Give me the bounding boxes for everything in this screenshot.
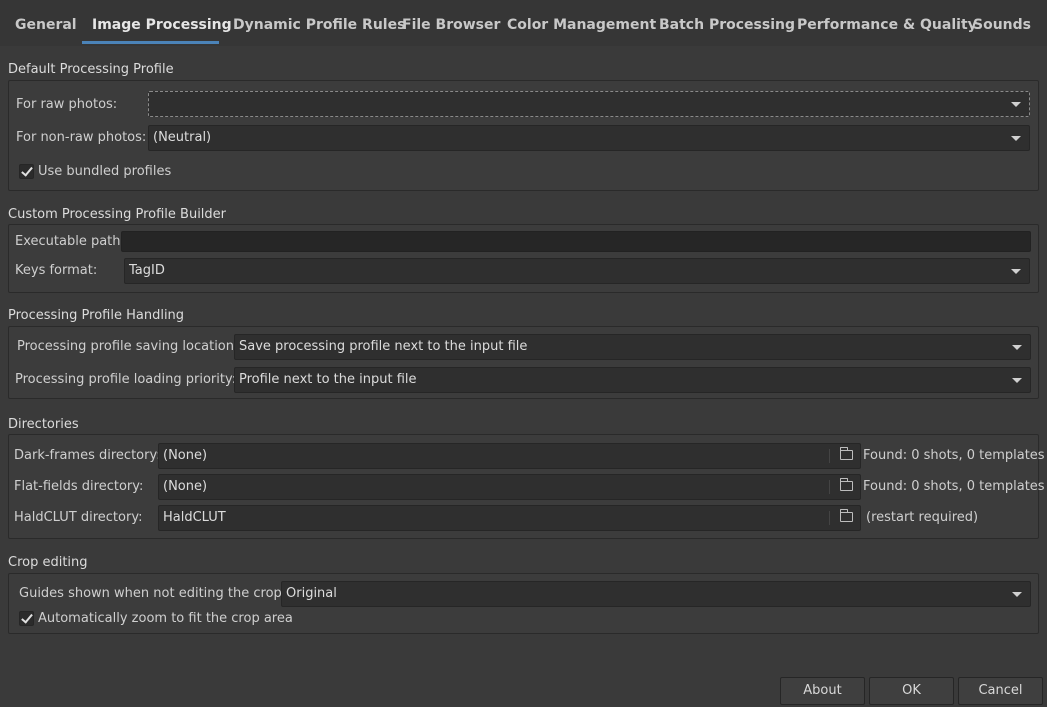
chooser-separator: [829, 449, 830, 463]
section-title-directories: Directories: [8, 417, 79, 432]
flat-fields-value: (None): [163, 479, 208, 494]
raw-photos-label: For raw photos:: [16, 97, 118, 112]
chevron-down-icon: [1012, 592, 1022, 597]
auto-zoom-label: Automatically zoom to fit the crop area: [38, 611, 293, 626]
tab-file-browser[interactable]: File Browser: [402, 0, 500, 46]
tab-color-management[interactable]: Color Management: [507, 0, 656, 46]
loading-priority-value: Profile next to the input file: [239, 372, 417, 387]
section-title-profile-handling: Processing Profile Handling: [8, 308, 185, 323]
chevron-down-icon: [1012, 378, 1022, 383]
executable-path-input[interactable]: [121, 231, 1031, 252]
active-tab-indicator: [82, 41, 219, 44]
executable-path-label: Executable path:: [15, 234, 125, 249]
dark-frames-chooser[interactable]: (None): [158, 443, 861, 469]
guides-value: Original: [286, 586, 337, 601]
saving-location-value: Save processing profile next to the inpu…: [239, 339, 528, 354]
auto-zoom-checkbox[interactable]: [19, 611, 34, 626]
use-bundled-profiles-checkbox[interactable]: [19, 164, 34, 179]
loading-priority-combo[interactable]: Profile next to the input file: [234, 367, 1031, 393]
cancel-button[interactable]: Cancel: [958, 677, 1043, 705]
tab-image-processing[interactable]: Image Processing: [92, 0, 232, 46]
about-button[interactable]: About: [780, 677, 865, 705]
folder-icon: [840, 478, 853, 491]
chevron-down-icon: [1011, 102, 1021, 107]
section-title-custom-builder: Custom Processing Profile Builder: [8, 207, 227, 222]
loading-priority-label: Processing profile loading priority:: [15, 372, 237, 387]
chooser-separator: [829, 480, 830, 494]
flat-fields-chooser[interactable]: (None): [158, 474, 861, 500]
tab-dynamic-profile-rules[interactable]: Dynamic Profile Rules: [233, 0, 405, 46]
saving-location-label: Processing profile saving location:: [17, 339, 239, 354]
keys-format-label: Keys format:: [15, 263, 98, 278]
tab-batch-processing[interactable]: Batch Processing: [659, 0, 795, 46]
folder-icon: [840, 447, 853, 460]
chooser-separator: [829, 511, 830, 525]
chevron-down-icon: [1011, 136, 1021, 141]
guides-combo[interactable]: Original: [281, 581, 1031, 607]
nonraw-photos-label: For non-raw photos:: [16, 130, 147, 145]
raw-photos-combo[interactable]: [148, 91, 1030, 117]
haldclut-status: (restart required): [866, 510, 979, 525]
chevron-down-icon: [1012, 345, 1022, 350]
folder-icon: [840, 509, 853, 522]
dark-frames-label: Dark-frames directory:: [14, 448, 161, 463]
haldclut-chooser[interactable]: HaldCLUT: [158, 505, 861, 531]
flat-fields-status: Found: 0 shots, 0 templates: [863, 479, 1045, 494]
tab-sounds[interactable]: Sounds: [973, 0, 1031, 46]
haldclut-value: HaldCLUT: [163, 510, 226, 525]
keys-format-value: TagID: [129, 263, 165, 278]
flat-fields-label: Flat-fields directory:: [14, 479, 144, 494]
keys-format-combo[interactable]: TagID: [124, 258, 1030, 284]
dark-frames-value: (None): [163, 448, 208, 463]
ok-button[interactable]: OK: [869, 677, 954, 705]
nonraw-photos-combo[interactable]: (Neutral): [148, 125, 1030, 151]
section-title-default-profile: Default Processing Profile: [8, 62, 174, 77]
saving-location-combo[interactable]: Save processing profile next to the inpu…: [234, 334, 1031, 360]
nonraw-photos-value: (Neutral): [153, 130, 212, 145]
tab-bar: General Image Processing Dynamic Profile…: [0, 0, 1047, 46]
section-title-crop-editing: Crop editing: [8, 555, 88, 570]
tab-general[interactable]: General: [15, 0, 77, 46]
dark-frames-status: Found: 0 shots, 0 templates: [863, 448, 1045, 463]
use-bundled-profiles-label: Use bundled profiles: [38, 164, 172, 179]
tab-performance-quality[interactable]: Performance & Quality: [797, 0, 977, 46]
haldclut-label: HaldCLUT directory:: [14, 510, 143, 525]
chevron-down-icon: [1011, 269, 1021, 274]
guides-label: Guides shown when not editing the crop:: [19, 586, 287, 601]
